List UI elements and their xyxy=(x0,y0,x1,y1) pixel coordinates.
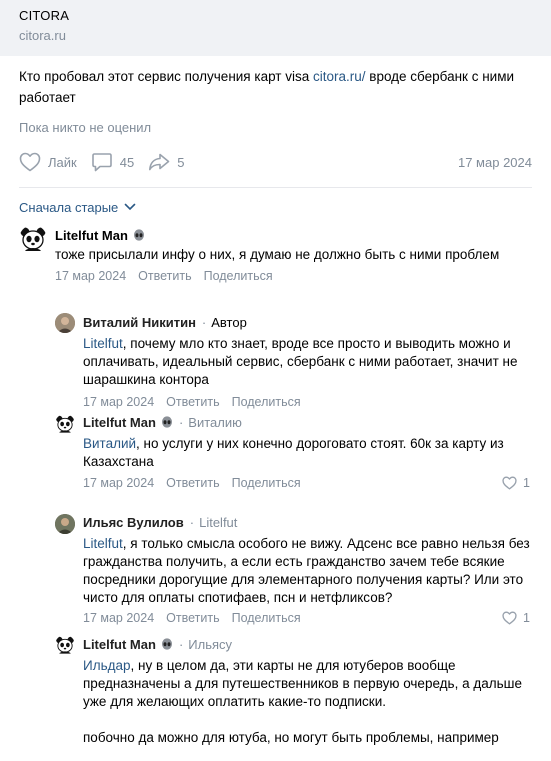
heart-icon xyxy=(19,152,41,172)
author-badge: Автор xyxy=(211,314,247,330)
separator-dot: · xyxy=(189,514,195,530)
panda-avatar-icon xyxy=(55,414,75,434)
mention-link[interactable]: Виталий xyxy=(83,436,136,451)
link-domain[interactable]: citora.ru xyxy=(19,28,532,44)
comment: Litelfut Man · Ильясу Ильдар, ну в целом… xyxy=(0,631,551,761)
comment-date[interactable]: 17 мар 2024 xyxy=(83,476,154,490)
comment-author[interactable]: Litelfut Man xyxy=(83,415,156,430)
sort-dropdown[interactable]: Сначала старые xyxy=(0,188,551,215)
comment-header: Litelfut Man · Виталию xyxy=(83,413,530,431)
like-label: Лайк xyxy=(48,154,77,170)
avatar[interactable] xyxy=(55,414,75,434)
mention-link[interactable]: Litelfut xyxy=(83,336,123,351)
rating-status: Пока никто не оценил xyxy=(19,120,152,135)
sort-label: Сначала старые xyxy=(19,199,119,215)
user-photo-icon xyxy=(55,514,75,534)
comment: Ильяс Вулилов · Litelfut Litelfut, я тол… xyxy=(0,500,551,631)
avatar[interactable] xyxy=(55,514,75,534)
share-icon xyxy=(149,153,170,171)
comment-author[interactable]: Ильяс Вулилов xyxy=(83,515,184,530)
comment-icon xyxy=(91,153,112,172)
reply-to-link[interactable]: Ильясу xyxy=(188,637,232,652)
comment-author[interactable]: Litelfut Man xyxy=(55,228,128,243)
comment-like-button[interactable]: 1 xyxy=(502,476,530,490)
reply-to-link[interactable]: Виталию xyxy=(188,415,242,430)
heart-icon xyxy=(502,476,517,490)
reply-button[interactable]: Ответить xyxy=(166,611,219,625)
shares-count: 5 xyxy=(177,154,185,170)
alien-emoji-icon xyxy=(133,229,144,241)
comments-count: 45 xyxy=(119,154,135,170)
comment-text: Ильдар, ну в целом да, эти карты не для … xyxy=(83,657,530,711)
comment-header: Litelfut Man xyxy=(55,226,551,244)
share-comment-button[interactable]: Поделиться xyxy=(232,611,301,625)
link-title[interactable]: CITORA xyxy=(19,8,532,24)
share-comment-button[interactable]: Поделиться xyxy=(232,476,301,490)
comment-text-paragraph: побочно да можно для ютуба, но могут быт… xyxy=(83,730,499,745)
avatar[interactable] xyxy=(19,225,47,253)
comment-text-body: , почему мло кто знает, вроде все просто… xyxy=(83,336,518,387)
separator-dot: · xyxy=(178,636,184,652)
share-comment-button[interactable]: Поделиться xyxy=(204,269,273,283)
alien-emoji-icon xyxy=(161,416,172,428)
comment-meta: 17 мар 2024 Ответить Поделиться xyxy=(55,267,551,285)
comment-author[interactable]: Litelfut Man xyxy=(83,637,156,652)
comment-author[interactable]: Виталий Никитин xyxy=(83,315,196,330)
comment-date[interactable]: 17 мар 2024 xyxy=(55,269,126,283)
comment-like-count: 1 xyxy=(523,611,530,625)
comment-meta: 17 мар 2024 Ответить Поделиться 1 xyxy=(83,609,530,627)
comment-header: Виталий Никитин · Автор xyxy=(83,313,532,331)
comment-meta: 17 мар 2024 Ответить Поделиться 1 xyxy=(83,474,530,492)
comment-date[interactable]: 17 мар 2024 xyxy=(83,611,154,625)
avatar[interactable] xyxy=(55,635,75,655)
share-button[interactable]: 5 xyxy=(148,152,184,172)
post-link[interactable]: citora.ru/ xyxy=(313,69,366,84)
comments-button[interactable]: 45 xyxy=(91,152,134,172)
post-actions: Лайк 45 5 17 мар 2024 xyxy=(19,152,532,172)
comment-text: Litelfut, почему мло кто знает, вроде вс… xyxy=(83,335,532,389)
comment-text-body: , я только смысла особого не вижу. Адсен… xyxy=(83,536,530,605)
post-text-part: Кто пробовал этот сервис получения карт … xyxy=(19,69,313,84)
comment-text: Litelfut, я только смысла особого не виж… xyxy=(83,535,530,607)
comment: Litelfut Man · Виталию Виталий, но услуг… xyxy=(0,404,551,500)
link-preview-header[interactable]: CITORA citora.ru xyxy=(0,0,551,56)
panda-avatar-icon xyxy=(19,225,47,253)
mention-link[interactable]: Litelfut xyxy=(83,536,123,551)
avatar[interactable] xyxy=(55,313,75,333)
comment: Виталий Никитин · Автор Litelfut, почему… xyxy=(0,301,551,409)
panda-avatar-icon xyxy=(55,635,75,655)
comment: Litelfut Man тоже присылали инфу о них, … xyxy=(0,215,551,301)
post-text: Кто пробовал этот сервис получения карт … xyxy=(0,56,551,108)
mention-link[interactable]: Ильдар xyxy=(83,658,131,673)
comment-header: Ильяс Вулилов · Litelfut xyxy=(83,513,530,531)
user-photo-icon xyxy=(55,313,75,333)
separator-dot: · xyxy=(178,414,184,430)
comment-header: Litelfut Man · Ильясу xyxy=(83,635,530,653)
comment-text: Виталий, но услуги у них конечно дорогов… xyxy=(83,435,530,471)
alien-emoji-icon xyxy=(161,638,172,650)
comment-text-body: , но услуги у них конечно дороговато сто… xyxy=(83,436,504,469)
reply-to-link[interactable]: Litelfut xyxy=(199,515,237,530)
comment-text: тоже присылали инфу о них, я думаю не до… xyxy=(55,247,500,262)
post-date[interactable]: 17 мар 2024 xyxy=(458,155,532,170)
like-button[interactable]: Лайк xyxy=(19,152,77,172)
separator-dot: · xyxy=(201,314,207,330)
chevron-down-icon xyxy=(124,203,136,211)
comment-like-count: 1 xyxy=(523,476,530,490)
reply-button[interactable]: Ответить xyxy=(166,476,219,490)
heart-icon xyxy=(502,611,517,625)
comment-like-button[interactable]: 1 xyxy=(502,611,530,625)
comment-text-body: , ну в целом да, эти карты не для ютубер… xyxy=(83,658,522,709)
reply-button[interactable]: Ответить xyxy=(138,269,191,283)
